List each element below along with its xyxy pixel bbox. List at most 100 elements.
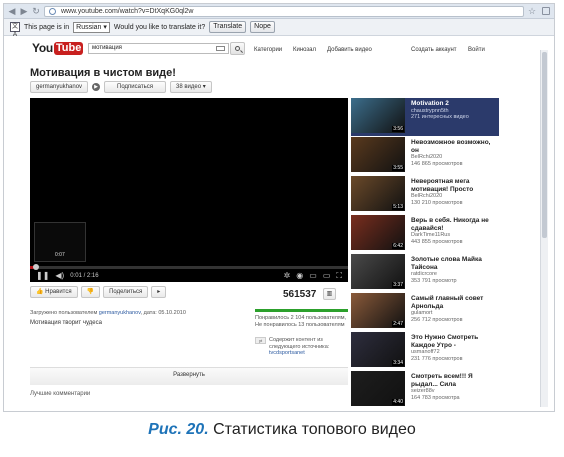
time-display: 0:01 / 2:16: [70, 273, 99, 279]
related-title[interactable]: Смотреть всем!!! Я рыдал... Сила: [411, 373, 499, 388]
related-video-item[interactable]: 3:55 Невозможное возможно, он BelRchi2020 1…: [351, 137, 499, 175]
url-text: www.youtube.com/watch?v=DtXqKG0ql2w: [61, 7, 194, 15]
search-input[interactable]: мотивация: [88, 43, 229, 54]
related-views: 146 865 просмотров: [411, 160, 463, 167]
large-player-icon[interactable]: ▭: [323, 271, 331, 281]
related-views: 164 783 просмотра: [411, 394, 460, 401]
related-video-item[interactable]: 2:47 Самый главный совет Арнольда gulamort…: [351, 293, 499, 331]
channel-button[interactable]: germanyukhanov: [30, 80, 89, 93]
likes-summary: Понравилось 2 104 пользователям, Не понр…: [255, 315, 347, 328]
related-title[interactable]: Это Нужно Смотреть Каждое Утро -: [411, 334, 499, 349]
small-player-icon[interactable]: ▭: [309, 271, 317, 281]
related-views: 443 855 просмотров: [411, 238, 463, 245]
upload-info: Загружено пользователем germanyukhanov, …: [30, 310, 186, 316]
translate-bar: 文A This page is in Russian ▾ Would you l…: [4, 19, 554, 38]
related-views: 353 791 просмотр: [411, 277, 457, 284]
create-account-link[interactable]: Создать аккаунт: [411, 47, 457, 53]
back-icon[interactable]: ◀: [8, 5, 16, 17]
more-button[interactable]: ▸: [151, 286, 167, 298]
dislike-button[interactable]: 👎: [80, 286, 101, 298]
sign-in-link[interactable]: Войти: [468, 47, 485, 53]
related-views: 256 712 просмотров: [411, 316, 463, 323]
url-field[interactable]: www.youtube.com/watch?v=DtXqKG0ql2w: [44, 5, 524, 17]
share-button[interactable]: Поделиться: [103, 286, 149, 298]
related-duration: 3:37: [392, 282, 404, 288]
related-thumbnail[interactable]: 3:56: [351, 98, 405, 133]
video-title: Мотивация в чистом виде!: [30, 67, 176, 79]
star-icon[interactable]: ☆: [528, 5, 536, 17]
related-title[interactable]: Motivation 2: [411, 100, 499, 108]
search-button[interactable]: [230, 42, 245, 55]
related-video-item[interactable]: 3:34 Это Нужно Смотреть Каждое Утро - usma…: [351, 332, 499, 370]
related-thumbnail[interactable]: 4:40: [351, 371, 405, 406]
rights-source-link[interactable]: tvcdsportsanet: [269, 350, 305, 356]
related-views: 271 интересных видео: [411, 114, 469, 120]
channel-row: germanyukhanov ▶ Подписаться 38 видео ▾: [30, 80, 212, 93]
translate-icon: 文A: [10, 22, 20, 38]
expand-button[interactable]: Развернуть: [30, 367, 348, 385]
related-duration: 3:56: [392, 126, 404, 132]
related-thumbnail[interactable]: 3:37: [351, 254, 405, 289]
related-thumbnail[interactable]: 2:47: [351, 293, 405, 328]
related-thumbnail[interactable]: 3:55: [351, 137, 405, 172]
related-video-item[interactable]: 3:37 Золотые слова Майка Тайсона ratdicrco…: [351, 254, 499, 292]
related-video-item[interactable]: 6:42 Верь в себя. Никогда не сдавайся! Dar…: [351, 215, 499, 253]
related-duration: 3:55: [392, 165, 404, 171]
related-views: 130 210 просмотров: [411, 199, 463, 206]
search-icon: [235, 46, 240, 51]
seek-preview: 0:07: [34, 222, 86, 262]
caption-label: Рис. 20.: [148, 421, 209, 438]
related-title[interactable]: Невероятная мега мотивация! Просто: [411, 178, 499, 193]
settings-icon[interactable]: ✲: [284, 271, 291, 281]
related-duration: 2:47: [392, 321, 404, 327]
related-title[interactable]: Верь в себя. Никогда не сдавайся!: [411, 217, 499, 232]
annotations-icon[interactable]: ◉: [296, 271, 303, 281]
globe-icon: [49, 7, 56, 15]
volume-icon[interactable]: ◀): [55, 271, 64, 281]
videos-count-button[interactable]: 38 видео ▾: [169, 80, 212, 93]
related-title[interactable]: Самый главный совет Арнольда: [411, 295, 499, 310]
likes-ratio-bar: [255, 309, 348, 312]
stats-icon: ▥: [326, 291, 333, 297]
related-views: 231 776 просмотров: [411, 355, 463, 362]
language-select[interactable]: Russian ▾: [73, 21, 110, 33]
forward-icon[interactable]: ▶: [20, 5, 28, 17]
channel-play-icon[interactable]: ▶: [92, 82, 101, 91]
nav-movies[interactable]: Кинозал: [293, 47, 316, 53]
related-thumbnail[interactable]: 6:42: [351, 215, 405, 250]
stats-button[interactable]: ▥: [323, 288, 336, 300]
subscribe-button[interactable]: Подписаться: [104, 80, 166, 93]
youtube-header: You Tube мотивация Категории Кинозал Доба…: [4, 38, 554, 58]
scrollbar[interactable]: [540, 50, 548, 407]
video-player[interactable]: 0:07 ❚❚ ◀) 0:01 / 2:16 ✲ ◉ ▭ ▭ ⛶: [30, 98, 348, 282]
keyboard-icon[interactable]: [216, 46, 225, 51]
like-button[interactable]: 👍 Нравится: [30, 286, 78, 298]
related-video-item[interactable]: 5:13 Невероятная мега мотивация! Просто Be…: [351, 176, 499, 214]
pause-icon[interactable]: ❚❚: [36, 271, 49, 281]
action-row: 👍 Нравится 👎 Поделиться ▸: [30, 286, 167, 298]
caption-text: Статистика топового видео: [213, 421, 416, 438]
related-video-item[interactable]: 4:40 Смотреть всем!!! Я рыдал... Сила seiz…: [351, 371, 499, 409]
wrench-icon[interactable]: [542, 7, 550, 15]
related-title[interactable]: Невозможное возможно, он: [411, 139, 499, 154]
related-thumbnail[interactable]: 3:34: [351, 332, 405, 367]
related-video-item[interactable]: 3:56 Motivation 2 chaustrypnn5th 271 интере…: [351, 98, 499, 136]
reload-icon[interactable]: ↻: [32, 5, 40, 17]
related-thumbnail[interactable]: 5:13: [351, 176, 405, 211]
scrollbar-thumb[interactable]: [542, 52, 547, 238]
related-title[interactable]: Золотые слова Майка Тайсона: [411, 256, 499, 271]
content-id-icon: yt: [255, 337, 266, 344]
youtube-logo[interactable]: You Tube: [32, 41, 84, 55]
fullscreen-icon[interactable]: ⛶: [336, 271, 342, 281]
comments-heading: Лучшие комментарии: [30, 391, 91, 397]
related-duration: 3:34: [392, 360, 404, 366]
nav-categories[interactable]: Категории: [254, 47, 282, 53]
view-count: 561537: [283, 289, 317, 300]
content-rights: yt Содержит контент из следующего источн…: [255, 337, 350, 357]
nope-button[interactable]: Nope: [250, 21, 275, 33]
uploader-link[interactable]: germanyukhanov: [99, 310, 141, 316]
nav-upload[interactable]: Добавить видео: [327, 47, 372, 53]
related-duration: 5:13: [392, 204, 404, 210]
translate-button[interactable]: Translate: [209, 21, 247, 33]
progress-bar[interactable]: [30, 264, 348, 270]
